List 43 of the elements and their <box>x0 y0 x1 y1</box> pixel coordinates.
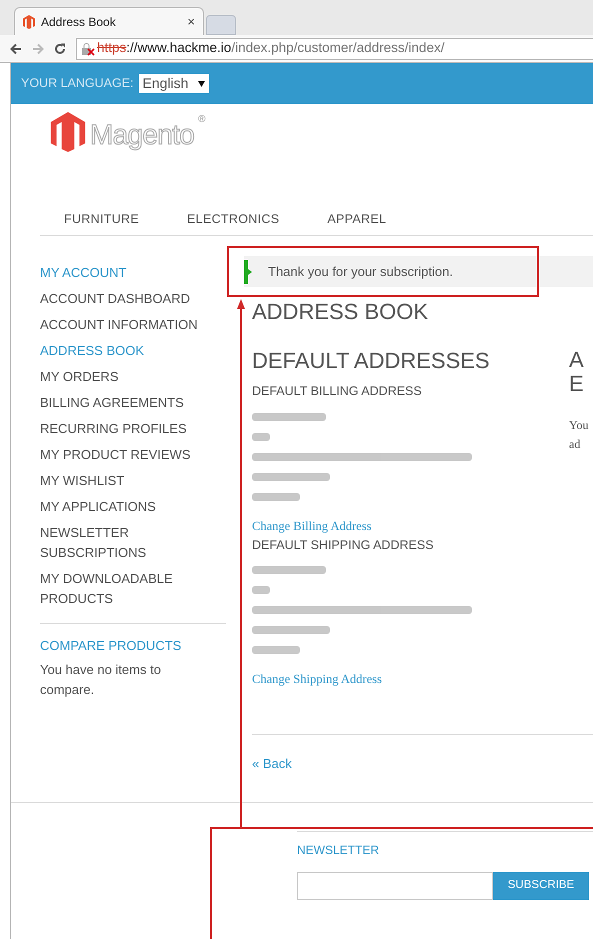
info-text: You ad <box>569 417 590 453</box>
newsletter-title: NEWSLETTER <box>297 842 380 859</box>
sidebar-item[interactable]: MY PRODUCT REVIEWS <box>40 445 252 465</box>
language-select[interactable]: English <box>138 74 210 93</box>
tab-title: Address Book <box>41 14 117 30</box>
sidebar-title: MY ACCOUNT <box>40 264 126 282</box>
sidebar-item[interactable]: ACCOUNT DASHBOARD <box>40 289 252 309</box>
sidebar-item[interactable]: MY ORDERS <box>40 367 252 387</box>
section-heading: DEFAULT ADDRESSES <box>252 348 491 374</box>
compare-title: COMPARE PRODUCTS <box>40 637 182 655</box>
tab-close-button[interactable]: × <box>187 12 195 32</box>
address-bar[interactable]: https://www.hackme.io/index.php/customer/address/index/ <box>76 38 593 60</box>
reload-icon[interactable] <box>54 42 66 54</box>
address-heading: DEFAULT BILLING ADDRESS <box>252 383 423 400</box>
section-heading: A E <box>569 348 585 396</box>
caret-icon <box>198 80 206 86</box>
back-icon[interactable] <box>10 42 22 54</box>
sidebar-item[interactable]: BILLING AGREEMENTS <box>40 393 252 413</box>
browser-tab[interactable]: Address Book × <box>14 7 204 35</box>
address-heading: DEFAULT SHIPPING ADDRESS <box>252 536 435 554</box>
logo-icon <box>23 14 35 28</box>
logo-icon <box>50 112 86 152</box>
page-title: ADDRESS BOOK <box>252 298 430 326</box>
url-text: https://www.hackme.io/index.php/customer/address/index/ <box>97 39 444 58</box>
sidebar-item[interactable]: MY WISHLIST <box>40 471 252 491</box>
new-tab-button[interactable] <box>206 15 236 35</box>
language-label: YOUR LANGUAGE: <box>21 75 134 92</box>
nav-link[interactable]: FURNITURE <box>40 210 164 235</box>
sidebar-item[interactable]: RECURRING PROFILES <box>40 419 252 439</box>
insecure-lock-icon <box>81 42 95 56</box>
forward-icon[interactable] <box>32 42 44 54</box>
sidebar-item[interactable]: NEWSLETTER SUBSCRIPTIONS <box>40 523 190 563</box>
sidebar-item[interactable]: MY DOWNLOADABLE PRODUCTS <box>40 569 190 609</box>
success-marker-icon <box>244 260 252 284</box>
nav-link[interactable]: ELECTRONICS <box>163 210 304 235</box>
sidebar-item[interactable]: MY APPLICATIONS <box>40 497 252 517</box>
nav-link[interactable]: APPAREL <box>303 210 410 235</box>
registered-mark: ® <box>198 113 206 127</box>
sidebar-item[interactable]: ACCOUNT INFORMATION <box>40 315 252 335</box>
compare-text: You have no items to compare. <box>40 660 162 699</box>
success-message: Thank you for your subscription. <box>268 262 453 281</box>
logo-wordmark: Magento <box>90 118 194 152</box>
email-field[interactable] <box>297 872 493 900</box>
